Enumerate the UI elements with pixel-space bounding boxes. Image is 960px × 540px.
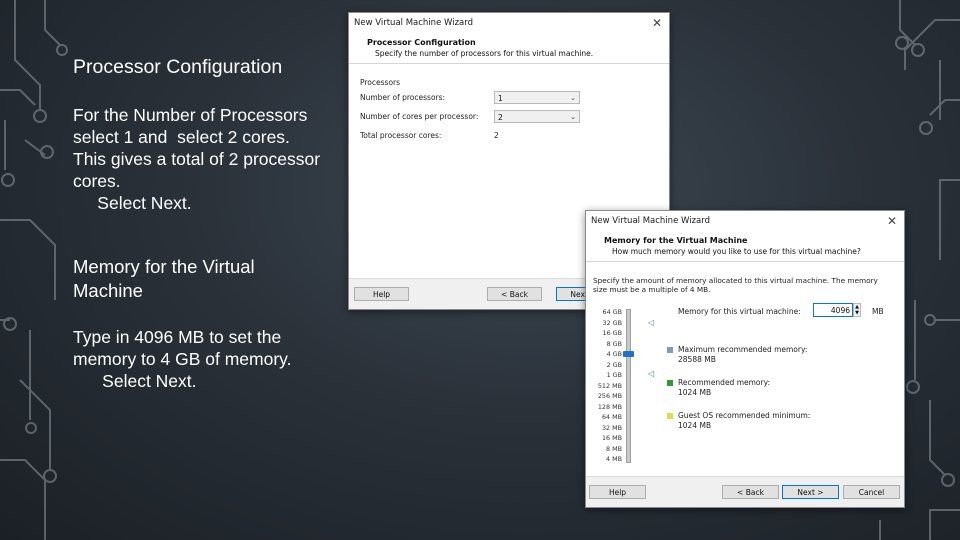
scale-tick: 4 MB: [606, 455, 622, 463]
wizard-footer: Help < Back Next > Cancel: [586, 476, 904, 507]
section1-line: cores.: [73, 171, 121, 191]
memory-spinner[interactable]: ▲ ▼: [853, 303, 861, 317]
recommended-value: 1024 MB: [678, 388, 712, 397]
scale-tick: 16 GB: [602, 329, 623, 337]
section1-line: This gives a total of 2 processor: [73, 149, 321, 169]
back-button[interactable]: < Back: [722, 485, 779, 499]
scale-tick: 2 GB: [606, 360, 622, 369]
memory-description: Specify the amount of memory allocated t…: [593, 276, 878, 294]
scale-tick: 32 GB: [602, 318, 623, 327]
num-processors-select[interactable]: 1 ⌄: [494, 91, 580, 104]
next-button[interactable]: Next >: [782, 485, 839, 499]
recommended-marker-icon: ◁: [648, 369, 655, 378]
section2-title-line: Memory for the Virtual: [73, 256, 255, 277]
slide-text-section1: Processor Configuration: [73, 56, 282, 78]
help-button[interactable]: Help: [589, 485, 646, 499]
chevron-down-icon: ⌄: [570, 94, 576, 102]
max-recommended-value: 28588 MB: [678, 355, 716, 364]
help-button[interactable]: Help: [354, 287, 409, 301]
scale-tick: 8 MB: [606, 444, 622, 453]
window-titlebar: New Virtual Machine Wizard ✕: [349, 13, 669, 33]
guest-min-legend-icon: [667, 413, 673, 419]
scale-tick: 64 MB: [601, 413, 622, 421]
scale-tick: 32 MB: [601, 423, 622, 432]
memory-scale: 64 GB 32 GB 16 GB 8 GB 4 GB 2 GB 1 GB 51…: [586, 307, 622, 467]
scale-tick: 1 GB: [606, 371, 622, 379]
total-cores-label: Total processor cores:: [360, 131, 442, 140]
memory-slider-track[interactable]: [626, 309, 631, 463]
num-processors-value: 1: [498, 94, 503, 103]
header-subtitle: How much memory would you like to use fo…: [612, 247, 861, 256]
section2-line: memory to 4 GB of memory.: [73, 349, 292, 369]
guest-min-label: Guest OS recommended minimum:: [678, 411, 811, 420]
recommended-legend-icon: [667, 380, 673, 386]
section2-line: Type in 4096 MB to set the: [73, 327, 282, 347]
section1-title: Processor Configuration: [73, 56, 283, 78]
group-label: Processors: [360, 78, 401, 87]
window-title: New Virtual Machine Wizard: [354, 18, 473, 28]
scale-tick: 16 MB: [601, 434, 622, 442]
section1-line: select 1 and select 2 cores.: [73, 127, 290, 147]
memory-wizard-window: New Virtual Machine Wizard ✕ Memory for …: [585, 210, 905, 508]
header-title: Memory for the Virtual Machine: [604, 236, 748, 245]
scale-tick: 8 GB: [606, 339, 622, 348]
close-icon[interactable]: ✕: [652, 13, 662, 33]
chevron-down-icon: ⌄: [570, 113, 576, 121]
spin-down-icon[interactable]: ▼: [854, 310, 860, 316]
cancel-button[interactable]: Cancel: [843, 485, 900, 499]
back-button[interactable]: < Back: [487, 287, 542, 301]
wizard-header: Processor Configuration Specify the numb…: [349, 33, 669, 64]
memory-input[interactable]: 4096: [813, 303, 853, 317]
num-processors-label: Number of processors:: [360, 93, 446, 102]
memory-content: Specify the amount of memory allocated t…: [586, 271, 904, 477]
guest-min-value: 1024 MB: [678, 421, 712, 430]
scale-tick: 512 MB: [597, 381, 622, 390]
section1-line: Select Next.: [73, 193, 192, 213]
header-subtitle: Specify the number of processors for thi…: [375, 49, 594, 58]
recommended-label: Recommended memory:: [678, 378, 771, 387]
cores-value: 2: [498, 113, 503, 122]
max-recommended-marker-icon: ◁: [648, 318, 655, 327]
slide-text-section1-body: For the Number of Processors select 1 an…: [73, 104, 320, 214]
scale-tick: 4 GB: [606, 350, 622, 358]
memory-slider-thumb[interactable]: [623, 351, 634, 357]
slide-text-section2-title: Memory for the Virtual Machine: [73, 255, 255, 303]
slide-text-section2-body: Type in 4096 MB to set the memory to 4 G…: [73, 326, 291, 392]
scale-tick: 128 MB: [597, 402, 622, 411]
memory-label: Memory for this virtual machine:: [678, 307, 801, 316]
scale-tick: 64 GB: [602, 308, 623, 316]
window-titlebar: New Virtual Machine Wizard ✕: [586, 211, 904, 231]
total-cores-value: 2: [494, 131, 499, 140]
wizard-header: Memory for the Virtual Machine How much …: [586, 231, 904, 262]
section1-line: For the Number of Processors: [73, 105, 308, 125]
max-recommended-label: Maximum recommended memory:: [678, 345, 808, 354]
cores-label: Number of cores per processor:: [360, 112, 479, 121]
window-title: New Virtual Machine Wizard: [591, 216, 710, 226]
cores-select[interactable]: 2 ⌄: [494, 110, 580, 123]
header-title: Processor Configuration: [367, 38, 476, 47]
section2-title-line: Machine: [73, 280, 143, 301]
memory-unit: MB: [872, 307, 884, 316]
close-icon[interactable]: ✕: [887, 211, 897, 231]
scale-tick: 256 MB: [597, 392, 622, 400]
section2-line: Select Next.: [73, 371, 197, 391]
max-recommended-legend-icon: [667, 347, 673, 353]
